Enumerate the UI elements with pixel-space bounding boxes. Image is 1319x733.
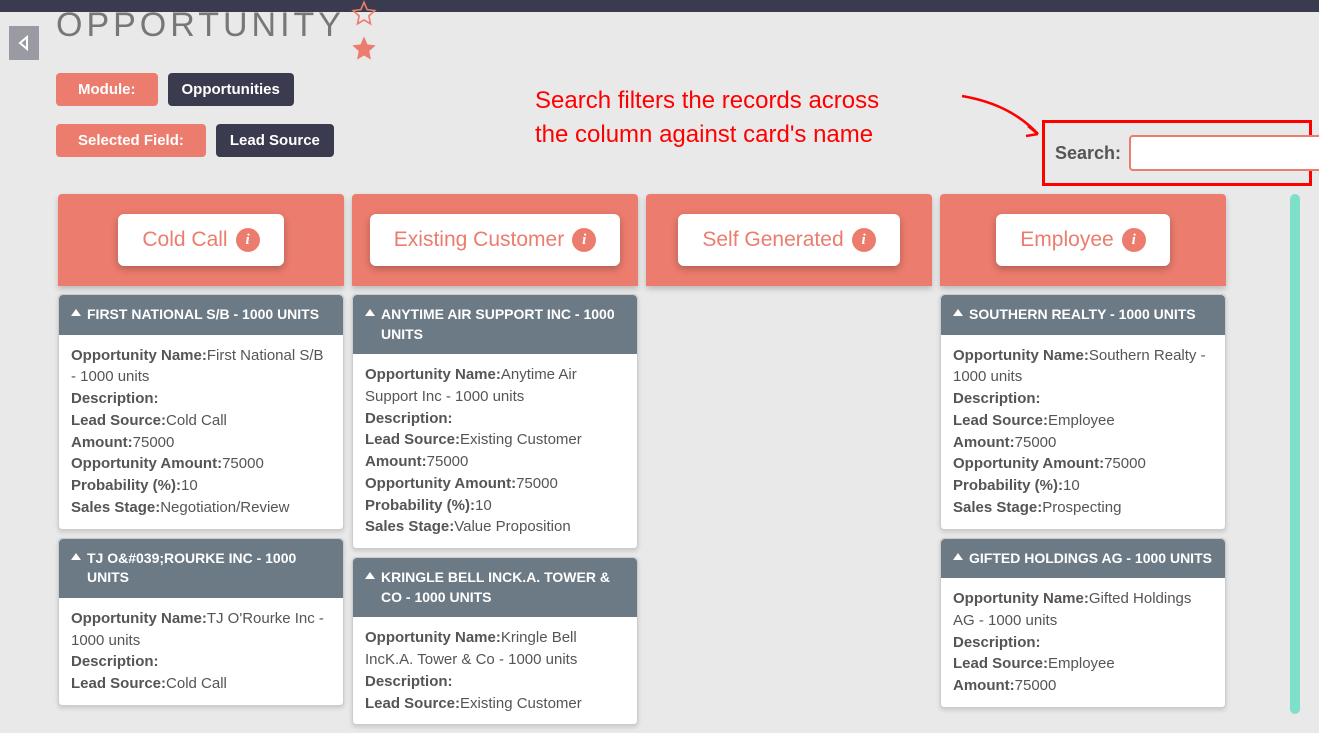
card-title[interactable]: TJ O&#039;ROURKE INC - 1000 UNITS	[59, 539, 343, 598]
annotation-text: Search filters the records across the co…	[535, 84, 879, 151]
back-button[interactable]	[9, 26, 39, 60]
info-icon[interactable]: i	[236, 228, 260, 252]
kanban-card[interactable]: KRINGLE BELL INCK.A. TOWER & CO - 1000 U…	[352, 557, 638, 725]
card-body: Opportunity Name:TJ O'Rourke Inc - 1000 …	[59, 598, 343, 705]
column-header: Existing Customer i	[352, 194, 638, 286]
info-icon[interactable]: i	[852, 228, 876, 252]
column-header: Self Generated i	[646, 194, 932, 286]
column-title: Cold Call	[142, 228, 227, 252]
selected-field-value[interactable]: Lead Source	[216, 124, 334, 157]
column-header: Employee i	[940, 194, 1226, 286]
column-title: Existing Customer	[394, 228, 564, 252]
card-body: Opportunity Name:Anytime Air Support Inc…	[353, 354, 637, 548]
column-title: Self Generated	[702, 228, 843, 252]
search-input[interactable]	[1129, 135, 1319, 171]
column-cold-call: Cold Call i FIRST NATIONAL S/B - 1000 UN…	[58, 194, 344, 733]
kanban-card[interactable]: TJ O&#039;ROURKE INC - 1000 UNITS Opport…	[58, 538, 344, 706]
card-title[interactable]: FIRST NATIONAL S/B - 1000 UNITS	[59, 295, 343, 335]
scrollbar[interactable]	[1290, 194, 1300, 714]
column-existing-customer: Existing Customer i ANYTIME AIR SUPPORT …	[352, 194, 638, 733]
info-icon[interactable]: i	[572, 228, 596, 252]
column-header-button[interactable]: Existing Customer i	[370, 214, 620, 266]
column-self-generated: Self Generated i	[646, 194, 932, 733]
column-header: Cold Call i	[58, 194, 344, 286]
card-title[interactable]: SOUTHERN REALTY - 1000 UNITS	[941, 295, 1225, 335]
kanban-card[interactable]: GIFTED HOLDINGS AG - 1000 UNITS Opportun…	[940, 538, 1226, 708]
card-title[interactable]: GIFTED HOLDINGS AG - 1000 UNITS	[941, 539, 1225, 579]
card-body: Opportunity Name:Kringle Bell IncK.A. To…	[353, 617, 637, 724]
kanban-card[interactable]: SOUTHERN REALTY - 1000 UNITS Opportunity…	[940, 294, 1226, 530]
card-body: Opportunity Name:Gifted Holdings AG - 10…	[941, 578, 1225, 707]
card-body: Opportunity Name:Southern Realty - 1000 …	[941, 335, 1225, 529]
search-container: Search:	[1042, 120, 1312, 186]
column-header-button[interactable]: Self Generated i	[678, 214, 899, 266]
kanban-card[interactable]: FIRST NATIONAL S/B - 1000 UNITS Opportun…	[58, 294, 344, 530]
module-label: Module:	[56, 73, 158, 106]
kanban-board: Cold Call i FIRST NATIONAL S/B - 1000 UN…	[58, 194, 1299, 733]
search-label: Search:	[1055, 143, 1121, 164]
card-title[interactable]: KRINGLE BELL INCK.A. TOWER & CO - 1000 U…	[353, 558, 637, 617]
annotation-arrow-icon	[960, 94, 1050, 154]
info-icon[interactable]: i	[1122, 228, 1146, 252]
kanban-card[interactable]: ANYTIME AIR SUPPORT INC - 1000 UNITS Opp…	[352, 294, 638, 549]
card-title[interactable]: ANYTIME AIR SUPPORT INC - 1000 UNITS	[353, 295, 637, 354]
column-title: Employee	[1020, 228, 1113, 252]
card-body: Opportunity Name:First National S/B - 10…	[59, 335, 343, 529]
triangle-left-icon	[16, 35, 32, 51]
page-title: OPPORTUNITY	[56, 6, 345, 45]
star-outline-icon[interactable]	[351, 0, 377, 31]
column-employee: Employee i SOUTHERN REALTY - 1000 UNITS …	[940, 194, 1226, 733]
column-header-button[interactable]: Employee i	[996, 214, 1169, 266]
module-value[interactable]: Opportunities	[168, 73, 294, 106]
star-fill-icon[interactable]	[350, 34, 378, 67]
selected-field-label: Selected Field:	[56, 124, 206, 157]
column-header-button[interactable]: Cold Call i	[118, 214, 283, 266]
